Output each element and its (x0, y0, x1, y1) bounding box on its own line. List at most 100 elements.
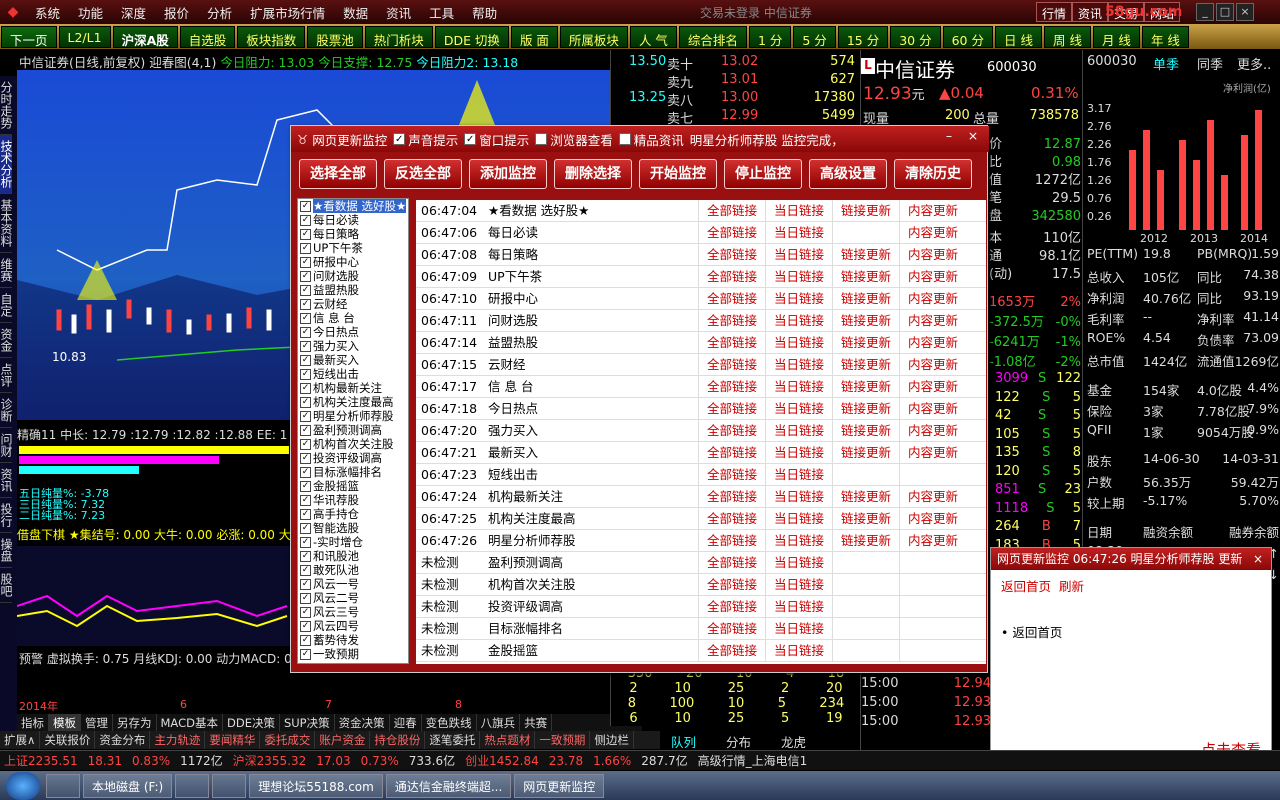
source-checkbox[interactable]: ✓ (300, 271, 311, 282)
ranking-button[interactable]: 综合排名 (678, 25, 747, 48)
window-alert-checkbox[interactable]: ✓ (464, 133, 477, 145)
tab-account[interactable]: 账户资金 (315, 731, 371, 749)
tab-same-quarter[interactable]: 同季 (1197, 54, 1223, 73)
row-link[interactable]: 全部链接 (698, 618, 765, 639)
monitor-source-item[interactable]: ✓ 风云三号 (298, 605, 408, 619)
row-link[interactable]: 全部链接 (698, 596, 765, 617)
row-link[interactable]: 链接更新 (832, 244, 899, 265)
source-checkbox[interactable]: ✓ (300, 299, 311, 310)
news-mode-button[interactable]: 资讯 (1072, 2, 1109, 22)
tab-dragon-tiger[interactable]: 龙虎 (781, 732, 806, 751)
invert-selection-button[interactable]: 反选全部 (384, 159, 462, 189)
monitor-source-item[interactable]: ✓ 信 息 台 (298, 311, 408, 325)
delete-selection-button[interactable]: 删除选择 (554, 159, 632, 189)
popup-refresh-link[interactable]: 刷新 (1059, 579, 1084, 594)
popup-close-icon[interactable]: × (1253, 548, 1263, 570)
tab-consensus[interactable]: 一致预期 (535, 731, 591, 749)
monitor-source-item[interactable]: ✓ 风云二号 (298, 591, 408, 605)
row-link[interactable]: 当日链接 (765, 530, 832, 551)
tab-queue[interactable]: 队列 (671, 732, 696, 751)
menu-system[interactable]: 系统 (26, 3, 69, 22)
row-link[interactable]: 链接更新 (832, 508, 899, 529)
row-link[interactable]: 当日链接 (765, 244, 832, 265)
tab-sup[interactable]: SUP决策 (280, 714, 335, 732)
row-link[interactable]: 当日链接 (765, 332, 832, 353)
menu-help[interactable]: 帮助 (463, 3, 506, 22)
browser-view-checkbox[interactable] (535, 133, 548, 145)
row-link[interactable]: 链接更新 (832, 376, 899, 397)
taskbar-web-monitor[interactable]: 网页更新监控 (514, 773, 605, 798)
source-checkbox[interactable]: ✓ (300, 621, 311, 632)
row-link[interactable]: 全部链接 (698, 398, 765, 419)
period-15m-button[interactable]: 15 分 (837, 25, 889, 48)
period-5m-button[interactable]: 5 分 (793, 25, 836, 48)
row-link[interactable]: 链接更新 (832, 266, 899, 287)
stop-monitor-button[interactable]: 停止监控 (724, 159, 802, 189)
layout-button[interactable]: 版 面 (510, 25, 558, 48)
source-checkbox[interactable]: ✓ (300, 201, 311, 212)
row-link[interactable]: 全部链接 (698, 420, 765, 441)
clear-history-button[interactable]: 清除历史 (894, 159, 972, 189)
row-link[interactable]: 全部链接 (698, 376, 765, 397)
source-checkbox[interactable]: ✓ (300, 313, 311, 324)
row-link[interactable]: 当日链接 (765, 618, 832, 639)
nav-capital[interactable]: 资金 (0, 323, 13, 358)
maximize-icon[interactable]: □ (1216, 3, 1234, 21)
row-link[interactable]: 当日链接 (765, 420, 832, 441)
close-icon[interactable]: × (1236, 3, 1254, 21)
row-link[interactable]: 当日链接 (765, 222, 832, 243)
row-link[interactable]: 全部链接 (698, 552, 765, 573)
source-checkbox[interactable]: ✓ (300, 579, 311, 590)
tab-color-line[interactable]: 变色跌线 (422, 714, 477, 732)
monitor-source-item[interactable]: ✓ 金股摇篮 (298, 479, 408, 493)
taskbar-app-icon[interactable] (175, 773, 210, 798)
row-link[interactable]: 链接更新 (832, 530, 899, 551)
start-button-icon[interactable] (6, 771, 40, 800)
menu-depth[interactable]: 深度 (112, 3, 155, 22)
monitor-source-item[interactable]: ✓ 短线出击 (298, 367, 408, 381)
my-stocks-button[interactable]: 自选股 (179, 25, 236, 48)
row-link[interactable]: 内容更新 (899, 332, 966, 353)
row-link[interactable]: 内容更新 (899, 200, 966, 221)
nav-diagnose[interactable]: 诊断 (0, 393, 13, 428)
source-checkbox[interactable]: ✓ (300, 453, 311, 464)
row-link[interactable]: 当日链接 (765, 640, 832, 661)
tab-related-quote[interactable]: 关联报价 (40, 731, 96, 749)
add-monitor-button[interactable]: 添加监控 (469, 159, 547, 189)
row-link[interactable]: 内容更新 (899, 310, 966, 331)
tab-save-as[interactable]: 另存为 (113, 714, 157, 732)
tab-dde[interactable]: DDE决策 (223, 714, 280, 732)
row-link[interactable]: 内容更新 (899, 486, 966, 507)
monitor-source-item[interactable]: ✓ 风云一号 (298, 577, 408, 591)
row-link[interactable]: 当日链接 (765, 310, 832, 331)
row-link[interactable]: 当日链接 (765, 574, 832, 595)
row-link[interactable]: 内容更新 (899, 288, 966, 309)
popularity-button[interactable]: 人 气 (629, 25, 677, 48)
source-checkbox[interactable]: ✓ (300, 229, 311, 240)
source-checkbox[interactable]: ✓ (300, 425, 311, 436)
tab-headlines[interactable]: 要闻精华 (205, 731, 261, 749)
row-link[interactable]: 链接更新 (832, 442, 899, 463)
nav-timeshare[interactable]: 分时走势 (0, 76, 13, 135)
monitor-source-item[interactable]: ✓ 每日必读 (298, 213, 408, 227)
taskbar-local-disk[interactable]: 本地磁盘 (F:) (83, 773, 173, 798)
source-checkbox[interactable]: ✓ (300, 439, 311, 450)
tab-tick-orders[interactable]: 逐笔委托 (425, 731, 481, 749)
menu-extended-market[interactable]: 扩展市场行情 (241, 3, 334, 22)
taskbar-app-icon[interactable] (46, 773, 80, 798)
row-link[interactable]: 内容更新 (899, 398, 966, 419)
tab-orders[interactable]: 委托成交 (260, 731, 316, 749)
sh-index[interactable]: 上证2235.51 (4, 752, 78, 769)
nav-news[interactable]: 资讯 (0, 463, 13, 498)
shanghai-shenzhen-a-button[interactable]: 沪深A股 (112, 25, 178, 48)
row-link[interactable]: 链接更新 (832, 420, 899, 441)
monitor-source-item[interactable]: ✓ 智能选股 (298, 521, 408, 535)
hot-sectors-button[interactable]: 热门析块 (364, 25, 433, 48)
monitor-source-item[interactable]: ✓ 机构首次关注股 (298, 437, 408, 451)
nav-maintain[interactable]: 维赛 (0, 253, 13, 288)
source-checkbox[interactable]: ✓ (300, 481, 311, 492)
row-link[interactable]: 当日链接 (765, 464, 832, 485)
row-link[interactable]: 全部链接 (698, 486, 765, 507)
next-page-button[interactable]: 下一页 (1, 25, 57, 48)
menu-news[interactable]: 资讯 (377, 3, 420, 22)
